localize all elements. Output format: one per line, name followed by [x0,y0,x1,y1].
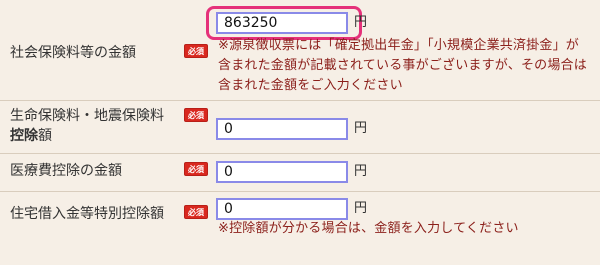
housing-loan-note: ※控除額が分かる場合は、金額を入力してください [218,221,519,236]
yen-unit: 円 [354,164,368,179]
housing-loan-input[interactable] [216,198,348,220]
life-insurance-label-bold: 控除 [10,128,38,144]
housing-loan-label: 住宅借入金等特別控除額 [10,206,164,222]
required-badge: 必須 [184,205,208,219]
required-badge: 必須 [184,44,208,58]
social-insurance-label: 社会保険料等の金額 [10,45,136,61]
required-badge: 必須 [184,162,208,176]
yen-unit: 円 [354,201,368,216]
deduction-form: 社会保険料等の金額 必須 円 ※源泉徴収票には「確定拠出年金」「小規模企業共済掛… [0,0,600,265]
row-divider [0,100,600,101]
yen-unit: 円 [354,15,368,30]
life-insurance-label-rest: 額 [38,128,52,144]
life-insurance-label-line1: 生命保険料・地震保険料 [10,108,164,124]
social-insurance-note: ※源泉徴収票には「確定拠出年金」「小規模企業共済掛金」が含まれた金額が記載されて… [218,38,587,93]
medical-expense-input[interactable] [216,161,348,183]
life-insurance-input[interactable] [216,118,348,140]
social-insurance-input[interactable] [216,12,348,34]
yen-unit: 円 [354,121,368,136]
row-divider [0,153,600,154]
medical-expense-label: 医療費控除の金額 [10,163,122,179]
life-insurance-label: 生命保険料・地震保険料 控除額 [10,106,164,146]
required-badge: 必須 [184,108,208,122]
row-divider [0,191,600,192]
